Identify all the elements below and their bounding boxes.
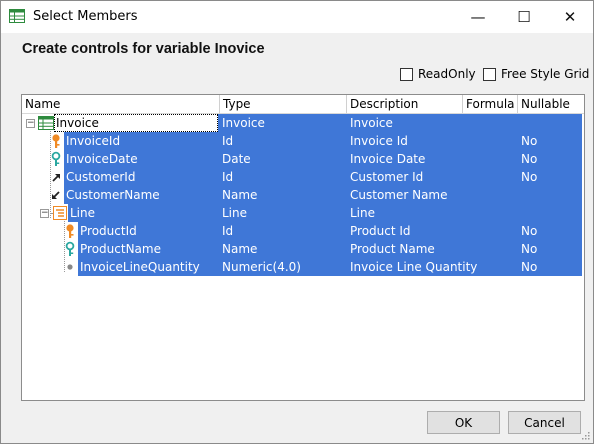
column-header-type[interactable]: Type: [220, 95, 347, 113]
freestyle-grid-option[interactable]: Free Style Grid: [483, 67, 589, 81]
cell-description: Product Name: [350, 242, 435, 256]
cell-description: Invoice Id: [350, 134, 408, 148]
primary-key-icon: [62, 223, 78, 239]
cell-type: Name: [222, 242, 258, 256]
cell-description: Invoice: [350, 116, 393, 130]
table-row[interactable]: CustomerName Name Customer Name: [22, 186, 584, 204]
cell-name: ProductId: [80, 224, 137, 238]
cell-name: Invoice: [56, 116, 99, 130]
members-tree-grid[interactable]: Name Type Description Formula Nullable −…: [21, 94, 585, 401]
freestyle-grid-checkbox[interactable]: [483, 67, 496, 81]
cell-name: CustomerId: [66, 170, 136, 184]
readonly-checkbox[interactable]: [400, 67, 413, 81]
resize-grip-icon[interactable]: [580, 430, 590, 440]
cell-type: Name: [222, 188, 258, 202]
cell-nullable: No: [521, 152, 538, 166]
dialog-heading: Create controls for variable Inovice: [22, 41, 265, 57]
select-members-dialog: Select Members — ☐ ✕ Create controls for…: [0, 0, 594, 444]
cell-type: Numeric(4.0): [222, 260, 301, 274]
cell-description: Line: [350, 206, 376, 220]
candidate-key-icon: [62, 241, 78, 257]
cell-name: InvoiceLineQuantity: [80, 260, 200, 274]
collapse-toggle-icon[interactable]: −: [26, 119, 35, 128]
row-selection-highlight: [64, 168, 582, 186]
row-selection-highlight: [78, 222, 582, 240]
inferred-attribute-icon: [48, 187, 64, 203]
cell-name: CustomerName: [66, 188, 160, 202]
cell-description: Invoice Date: [350, 152, 426, 166]
cell-type: Invoice: [222, 116, 265, 130]
cell-description: Customer Name: [350, 188, 448, 202]
row-selection-highlight: [68, 204, 582, 222]
cell-name: InvoiceId: [66, 134, 121, 148]
table-row[interactable]: InvoiceDate Date Invoice Date No: [22, 150, 584, 168]
table-row[interactable]: − Invoice Invoice Invoice: [22, 114, 584, 132]
title-bar: Select Members — ☐ ✕: [1, 1, 593, 33]
table-row[interactable]: − Line Line Line: [22, 204, 584, 222]
close-button[interactable]: ✕: [547, 1, 593, 33]
ok-button[interactable]: OK: [427, 411, 500, 434]
primary-key-icon: [48, 133, 64, 149]
cell-nullable: No: [521, 224, 538, 238]
grid-app-icon: [9, 9, 25, 23]
window-title: Select Members: [33, 9, 138, 24]
candidate-key-icon: [48, 151, 64, 167]
foreign-key-icon: [48, 169, 64, 185]
cell-name: InvoiceDate: [66, 152, 138, 166]
table-row[interactable]: CustomerId Id Customer Id No: [22, 168, 584, 186]
grid-header: Name Type Description Formula Nullable: [22, 95, 584, 114]
row-selection-highlight: [64, 132, 582, 150]
column-header-name[interactable]: Name: [22, 95, 220, 113]
cell-nullable: No: [521, 260, 538, 274]
column-header-formula[interactable]: Formula: [463, 95, 518, 113]
row-selection-highlight: [64, 150, 582, 168]
cell-nullable: No: [521, 134, 538, 148]
cell-type: Date: [222, 152, 251, 166]
cell-description: Customer Id: [350, 170, 424, 184]
maximize-button[interactable]: ☐: [501, 1, 547, 33]
cell-type: Line: [222, 206, 248, 220]
level-icon: [38, 115, 54, 131]
collapse-toggle-icon[interactable]: −: [40, 209, 49, 218]
cell-description: Invoice Line Quantity: [350, 260, 478, 274]
cell-type: Id: [222, 134, 234, 148]
table-row[interactable]: ProductName Name Product Name No: [22, 240, 584, 258]
sublevel-icon: [52, 205, 68, 221]
column-header-nullable[interactable]: Nullable: [518, 95, 582, 113]
cell-name: ProductName: [80, 242, 161, 256]
cell-type: Id: [222, 224, 234, 238]
table-row[interactable]: InvoiceId Id Invoice Id No: [22, 132, 584, 150]
cell-type: Id: [222, 170, 234, 184]
cell-nullable: No: [521, 170, 538, 184]
readonly-option[interactable]: ReadOnly: [400, 67, 476, 81]
cell-name: Line: [70, 206, 96, 220]
row-selection-highlight: [218, 114, 582, 132]
column-header-description[interactable]: Description: [347, 95, 463, 113]
attribute-dot-icon: [62, 259, 78, 275]
table-row[interactable]: InvoiceLineQuantity Numeric(4.0) Invoice L…: [22, 258, 584, 276]
readonly-label: ReadOnly: [418, 67, 476, 81]
freestyle-grid-label: Free Style Grid: [501, 67, 590, 81]
cell-description: Product Id: [350, 224, 411, 238]
cancel-button[interactable]: Cancel: [508, 411, 581, 434]
minimize-button[interactable]: —: [455, 1, 501, 33]
table-row[interactable]: ProductId Id Product Id No: [22, 222, 584, 240]
cell-nullable: No: [521, 242, 538, 256]
